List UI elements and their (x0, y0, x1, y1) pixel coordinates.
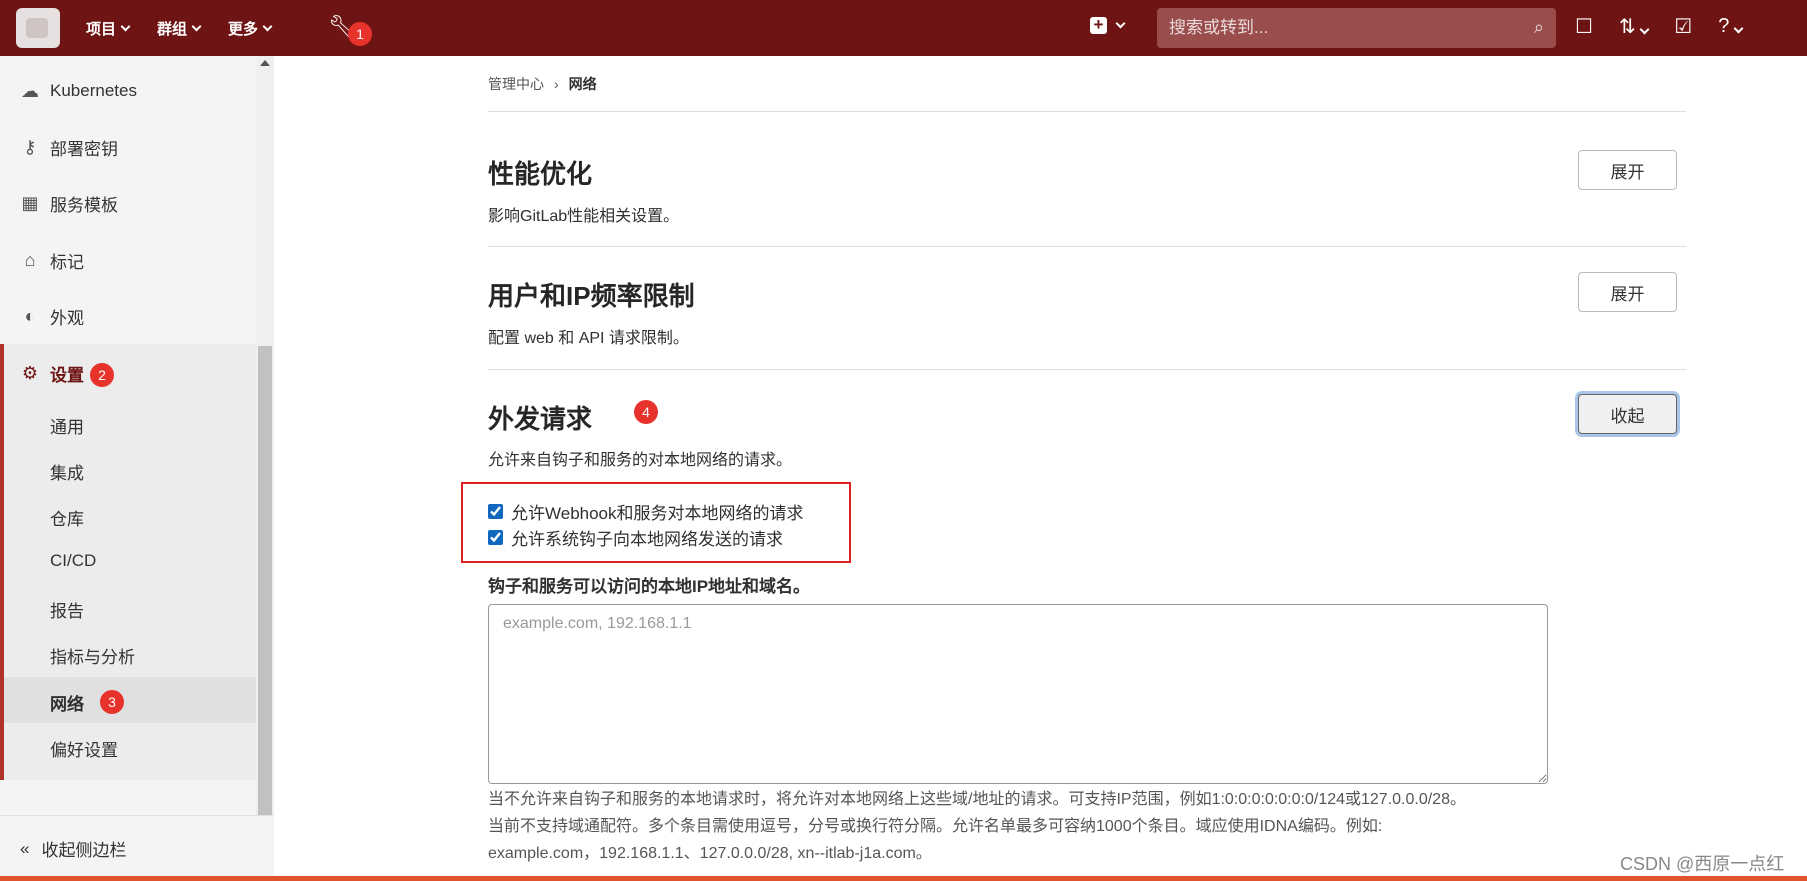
chevron-down-icon (1733, 23, 1744, 34)
sidebar-sub-reports[interactable]: 报告 (50, 597, 84, 622)
sidebar-item-label: 外观 (50, 308, 84, 328)
sidebar-item-deploy-keys[interactable]: ⚷ 部署密钥 (0, 124, 256, 170)
help-line: example.com，192.168.1.1、127.0.0.0/28, xn… (488, 845, 932, 862)
section-title-rate-limits: 用户和IP频率限制 (488, 281, 695, 311)
menu-more[interactable]: 更多 (228, 18, 273, 39)
todo-icon[interactable]: ☑ (1674, 14, 1692, 39)
watermark: CSDN @西原一点红 (1620, 854, 1785, 874)
palette-icon: ◐ (24, 305, 36, 326)
breadcrumb-current: 网络 (568, 76, 597, 92)
local-allowlist-textarea[interactable] (488, 604, 1548, 784)
main-menu: 项目 群组 更多 (86, 18, 273, 39)
checkbox-label: 允许系统钩子向本地网络发送的请求 (511, 530, 783, 549)
sidebar-item-appearance[interactable]: ◐ 外观 (0, 293, 256, 339)
search-input[interactable] (1169, 18, 1509, 38)
section-desc-performance: 影响GitLab性能相关设置。 (488, 208, 680, 225)
sidebar-sub-metrics[interactable]: 指标与分析 (50, 643, 135, 668)
allow-system-hook-local-checkbox[interactable]: 允许系统钩子向本地网络发送的请求 (488, 525, 783, 550)
collapse-outbound-button[interactable]: 收起 (1578, 394, 1677, 434)
collapse-sidebar-label: 收起侧边栏 (41, 841, 127, 860)
gear-icon: ⚙ (21, 362, 39, 383)
checkbox[interactable] (488, 530, 503, 545)
section-title-performance: 性能优化 (488, 159, 593, 189)
search-icon: ⌕ (1533, 17, 1544, 37)
new-item-button[interactable]: + (1090, 16, 1126, 34)
help-line: 当不允许来自钩子和服务的本地请求时，将允许对本地网络上这些域/地址的请求。可支持… (488, 791, 1466, 808)
tag-icon: ⌂ (24, 249, 36, 270)
allow-webhook-local-checkbox[interactable]: 允许Webhook和服务对本地网络的请求 (488, 499, 804, 524)
sidebar-sub-preferences[interactable]: 偏好设置 (50, 736, 118, 761)
chevron-down-icon (1115, 18, 1126, 29)
sidebar-scrollbar[interactable] (256, 56, 274, 816)
merge-request-icon[interactable]: ⇅ (1619, 14, 1650, 39)
sidebar-sub-integrations[interactable]: 集成 (50, 459, 84, 484)
divider (488, 111, 1686, 112)
double-chevron-left-icon: « (20, 838, 30, 858)
menu-projects[interactable]: 项目 (86, 18, 131, 39)
expand-performance-button[interactable]: 展开 (1578, 150, 1677, 190)
active-item-highlight (4, 677, 256, 723)
template-icon: ▦ (21, 192, 39, 213)
sidebar-item-label: 部署密钥 (50, 139, 118, 159)
annotation-badge-3: 3 (100, 690, 124, 714)
annotation-badge-2: 2 (90, 363, 114, 387)
annotation-badge-1: 1 (348, 22, 372, 46)
checkbox-label: 允许Webhook和服务对本地网络的请求 (511, 504, 804, 523)
menu-groups[interactable]: 群组 (157, 18, 202, 39)
section-title-outbound-requests: 外发请求 (488, 404, 593, 434)
scroll-up-arrow[interactable] (260, 60, 270, 66)
breadcrumb: 管理中心 › 网络 (488, 74, 597, 94)
sidebar-sub-repository[interactable]: 仓库 (50, 505, 84, 530)
annotation-badge-4: 4 (634, 400, 658, 424)
divider (488, 246, 1686, 247)
key-icon: ⚷ (23, 136, 37, 157)
chevron-down-icon (191, 21, 202, 32)
section-desc-rate-limits: 配置 web 和 API 请求限制。 (488, 330, 689, 347)
search-box[interactable]: ⌕ (1157, 8, 1556, 48)
divider (488, 369, 1686, 370)
checkbox[interactable] (488, 504, 503, 519)
chevron-down-icon (1639, 24, 1650, 35)
top-icons: ☐ ⇅ ☑ ? (1575, 14, 1744, 39)
sidebar-item-settings[interactable]: ⚙ 设置 (0, 350, 256, 396)
sidebar-item-label: 服务模板 (50, 195, 118, 215)
chevron-down-icon (262, 21, 273, 32)
sidebar-item-service-templates[interactable]: ▦ 服务模板 (0, 180, 256, 226)
chevron-down-icon (120, 21, 131, 32)
app-logo[interactable] (16, 8, 60, 48)
allowlist-field-label: 钩子和服务可以访问的本地IP地址和域名。 (488, 577, 811, 596)
collapse-sidebar-button[interactable]: « 收起侧边栏 (0, 815, 274, 881)
breadcrumb-parent[interactable]: 管理中心 (488, 74, 544, 94)
sidebar-sub-general[interactable]: 通用 (50, 413, 84, 438)
sidebar-sub-cicd[interactable]: CI/CD (50, 551, 96, 571)
help-icon[interactable]: ? (1718, 15, 1744, 38)
plus-icon: + (1090, 16, 1107, 34)
issues-icon[interactable]: ☐ (1575, 14, 1593, 39)
chevron-right-icon: › (554, 76, 559, 92)
expand-rate-limits-button[interactable]: 展开 (1578, 272, 1677, 312)
allowlist-help-text: 当不允许来自钩子和服务的本地请求时，将允许对本地网络上这些域/地址的请求。可支持… (488, 786, 1686, 867)
scrollbar-thumb[interactable] (258, 346, 272, 816)
sidebar-item-labels[interactable]: ⌂ 标记 (0, 237, 256, 283)
sidebar-item-label: 标记 (50, 252, 84, 272)
help-line: 当前不支持域通配符。多个条目需使用逗号，分号或换行符分隔。允许名单最多可容纳10… (488, 818, 1383, 835)
top-navbar: 项目 群组 更多 🔧︎ 1 + ⌕ ☐ ⇅ ☑ ? (0, 0, 1807, 56)
section-desc-outbound-requests: 允许来自钩子和服务的对本地网络的请求。 (488, 452, 793, 469)
sidebar-item-kubernetes[interactable]: ☁ Kubernetes (0, 68, 256, 114)
cloud-icon: ☁ (21, 80, 39, 101)
bottom-banner-edge (0, 876, 1807, 881)
sidebar-sub-network[interactable]: 网络 (50, 690, 84, 715)
sidebar-item-label: Kubernetes (50, 81, 137, 100)
sidebar-item-label: 设置 (50, 365, 84, 385)
